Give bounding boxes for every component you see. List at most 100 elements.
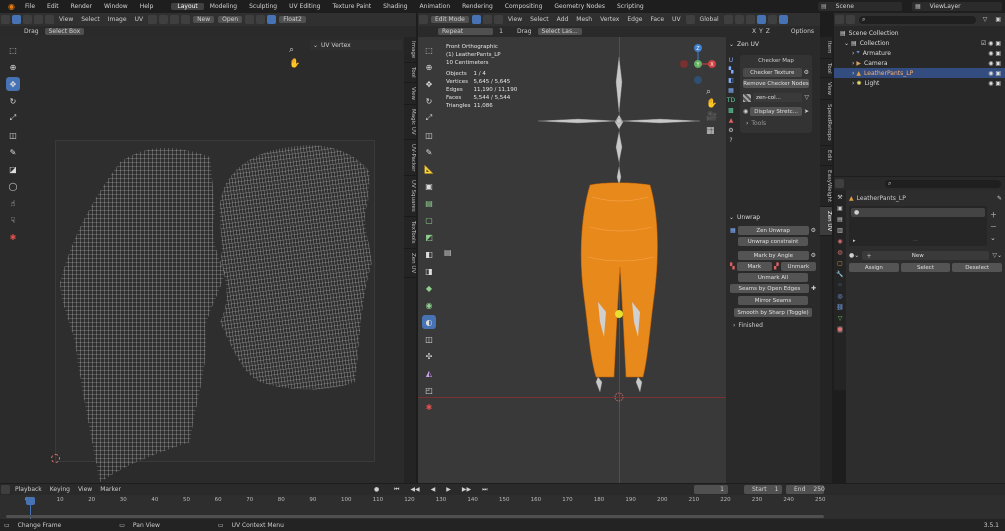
- viewport-xray-icon[interactable]: [767, 15, 777, 24]
- slot-menu-icon[interactable]: ⌄: [990, 234, 997, 242]
- snap-icon[interactable]: [159, 15, 169, 24]
- timeline-editor-type-icon[interactable]: [1, 485, 10, 494]
- uv-zoom-icon[interactable]: ⌕: [289, 45, 294, 55]
- navigation-gizmo[interactable]: X Z Y: [676, 42, 724, 90]
- workspace-tab-geometry-nodes[interactable]: Geometry Nodes: [548, 3, 611, 10]
- uv-stretch-icon[interactable]: [267, 15, 277, 24]
- filter-icon[interactable]: ▽: [979, 16, 992, 23]
- uv-tab-magic-uv[interactable]: Magic UV: [404, 105, 416, 140]
- visibility-toggles[interactable]: ◉ ▣: [988, 70, 1005, 77]
- cursor-tool-icon[interactable]: ⊕: [422, 60, 436, 74]
- workspace-tab-layout[interactable]: Layout: [171, 3, 204, 10]
- assign-button[interactable]: Assign: [849, 263, 899, 272]
- smooth-by-sharp-button[interactable]: Smooth by Sharp (Toggle): [734, 308, 812, 317]
- mirror-z-toggle[interactable]: Z: [766, 28, 770, 35]
- tools-subpanel[interactable]: › Tools: [743, 120, 809, 127]
- visibility-toggles[interactable]: ◉ ▣: [988, 80, 1005, 87]
- smooth-tool-icon[interactable]: ◐: [422, 315, 436, 329]
- uv-uv-menu[interactable]: UV: [131, 16, 148, 23]
- spin-tool-icon[interactable]: ◉: [422, 298, 436, 312]
- inset-tool-icon[interactable]: ▢: [422, 213, 436, 227]
- repeat-count[interactable]: 1: [495, 28, 507, 35]
- viewport-mesh-menu[interactable]: Mesh: [572, 16, 596, 23]
- vp-tab-tool[interactable]: Tool: [820, 59, 832, 79]
- uv-rip-tool-icon[interactable]: ◪: [6, 162, 20, 176]
- add-slot-icon[interactable]: ＋: [990, 210, 997, 220]
- list-expand-icon[interactable]: ▸: [853, 238, 856, 244]
- outliner-row-scene-collection[interactable]: ▤ Scene Collection: [834, 28, 1005, 38]
- viewport-face-menu[interactable]: Face: [646, 16, 668, 23]
- timeline-view-menu[interactable]: View: [74, 486, 96, 493]
- uv-overlay-icon[interactable]: [245, 15, 255, 24]
- new-collection-icon[interactable]: ▣: [991, 16, 1005, 23]
- orientation-dropdown[interactable]: Global: [696, 16, 723, 23]
- viewport-add-menu[interactable]: Add: [553, 16, 573, 23]
- shrink-tool-icon[interactable]: ✣: [422, 349, 436, 363]
- zen-uv-td-icon[interactable]: TD: [727, 97, 735, 104]
- view-layer-selector[interactable]: ▦ ViewLayer: [912, 2, 1002, 11]
- vp-tab-zen-uv[interactable]: Zen UV: [820, 206, 832, 236]
- outliner-editor-type-icon[interactable]: [835, 15, 844, 24]
- open-image-button[interactable]: Open: [218, 16, 243, 23]
- workspace-tab-rendering[interactable]: Rendering: [456, 3, 499, 10]
- scene-props-icon[interactable]: ◉: [837, 238, 842, 245]
- workspace-tab-animation[interactable]: Animation: [414, 3, 457, 10]
- workspace-tab-modeling[interactable]: Modeling: [204, 3, 243, 10]
- filter-icon[interactable]: ▽: [804, 94, 809, 101]
- record-icon[interactable]: ●: [370, 486, 383, 493]
- mirror-y-toggle[interactable]: Y: [759, 28, 763, 35]
- edge-mode-icon[interactable]: [482, 15, 492, 24]
- properties-search-input[interactable]: ⌕: [885, 179, 1001, 188]
- select-last-dropdown[interactable]: Select Las...: [537, 28, 582, 35]
- menu-render[interactable]: Render: [65, 3, 98, 10]
- vp-tab-speedretopo[interactable]: SpeedRetopo: [820, 100, 832, 146]
- pivot-icon[interactable]: [148, 15, 158, 24]
- workspace-tab-scripting[interactable]: Scripting: [611, 3, 650, 10]
- finished-subpanel[interactable]: › Finished: [730, 322, 816, 329]
- vp-tab-view[interactable]: View: [820, 78, 832, 101]
- physics-props-icon[interactable]: ◎: [837, 293, 842, 300]
- zen-checker-tool-icon[interactable]: ✱: [422, 400, 436, 414]
- viewport-edge-menu[interactable]: Edge: [623, 16, 646, 23]
- uv-tab-tool[interactable]: Tool: [404, 63, 416, 83]
- jump-end-icon[interactable]: ⏭: [478, 486, 491, 494]
- material-props-icon[interactable]: ●: [837, 326, 843, 333]
- vertex-mode-icon[interactable]: [471, 15, 481, 24]
- outliner-row-light[interactable]: › ✺ Light ◉ ▣: [834, 78, 1005, 88]
- zen-uv-prefs-icon[interactable]: ⚙: [728, 127, 733, 134]
- poly-build-tool-icon[interactable]: ◆: [422, 281, 436, 295]
- add-icon[interactable]: ✚: [811, 285, 816, 292]
- uv-island-left[interactable]: [60, 147, 225, 482]
- unwrap-constraint-button[interactable]: Unwrap constraint: [738, 237, 808, 246]
- object-props-icon[interactable]: ▢: [837, 260, 843, 267]
- playhead-marker[interactable]: [26, 497, 35, 505]
- modifier-props-icon[interactable]: 🔧: [836, 271, 843, 278]
- new-material-button[interactable]: ＋ New: [862, 251, 990, 260]
- loop-cut-tool-icon[interactable]: ◧: [422, 247, 436, 261]
- mark-button[interactable]: Mark: [736, 262, 772, 271]
- extrude-tool-icon[interactable]: ▤: [422, 196, 436, 210]
- rotate-tool-icon[interactable]: ↻: [422, 94, 436, 108]
- menu-edit[interactable]: Edit: [41, 3, 65, 10]
- zen-uv-help-icon[interactable]: ?: [729, 137, 732, 144]
- menu-window[interactable]: Window: [98, 3, 134, 10]
- vp-tab-easyweight[interactable]: EasyWeight: [820, 166, 832, 207]
- remove-slot-icon[interactable]: －: [990, 222, 997, 232]
- uv-tab-view[interactable]: View: [404, 83, 416, 105]
- uv-move-tool-icon[interactable]: ✥: [6, 77, 20, 91]
- output-props-icon[interactable]: ▤: [837, 216, 843, 223]
- uv-display-icon[interactable]: [256, 15, 266, 24]
- mirror-seams-button[interactable]: Mirror Seams: [738, 296, 808, 305]
- reverse-play-icon[interactable]: ◀: [427, 486, 440, 493]
- editor-type-icon[interactable]: [1, 15, 10, 24]
- uv-canvas[interactable]: ⬚ ⊕ ✥ ↻ ⤢ ◫ ✎ ◪ ◯ ☝ ☟ ✱ ⌕ ✋ ⌄ UV Vertex: [0, 37, 404, 483]
- uv-cursor-tool-icon[interactable]: ⊕: [6, 60, 20, 74]
- uv-grab-tool-icon[interactable]: ◯: [6, 179, 20, 193]
- blender-logo-icon[interactable]: ◉: [4, 2, 19, 11]
- start-frame-field[interactable]: Start 1: [744, 485, 782, 494]
- face-select-icon[interactable]: [45, 15, 54, 24]
- viewport-view-menu[interactable]: View: [504, 16, 526, 23]
- uv-relax-tool-icon[interactable]: ☝: [6, 196, 20, 210]
- viewport-uv-menu[interactable]: UV: [668, 16, 685, 23]
- viewport-pivot-icon[interactable]: [723, 15, 733, 24]
